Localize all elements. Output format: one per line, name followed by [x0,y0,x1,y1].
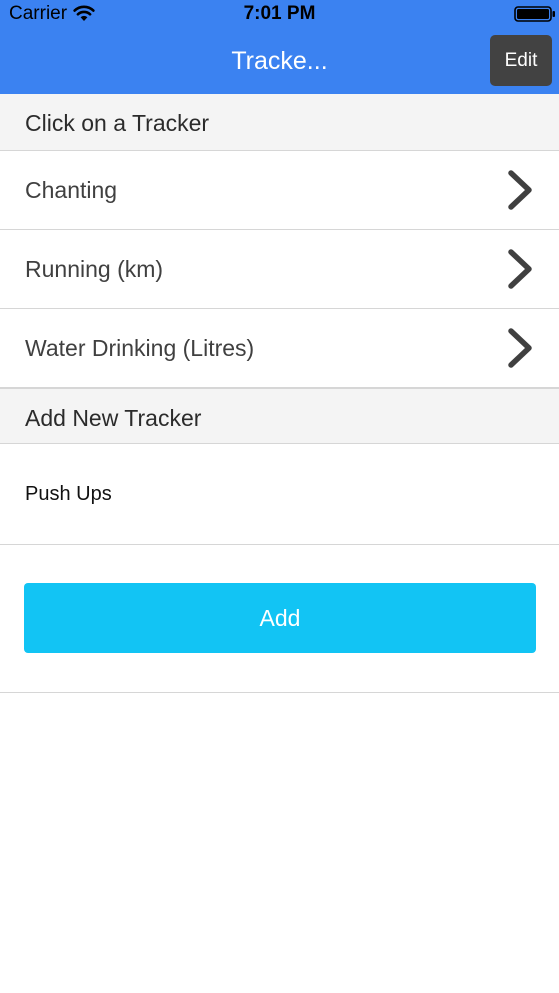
chevron-right-icon [508,328,532,368]
status-bar: Carrier 7:01 PM [0,0,559,28]
tracker-row[interactable]: Water Drinking (Litres) [0,309,559,388]
tracker-label: Running (km) [25,256,164,282]
tracker-row[interactable]: Chanting [0,151,559,230]
add-button[interactable]: Add [24,583,536,653]
trackers-section-header: Click on a Tracker [0,94,559,151]
status-time: 7:01 PM [243,3,316,24]
new-tracker-row [0,444,559,545]
edit-button[interactable]: Edit [490,35,552,86]
new-tracker-input[interactable] [25,474,525,514]
tracker-row[interactable]: Running (km) [0,230,559,309]
nav-title: Tracke... [231,47,328,75]
add-button-container: Add [0,545,559,693]
chevron-right-icon [508,170,532,210]
header: Carrier 7:01 PM Tracke... Edit [0,0,559,94]
tracker-label: Water Drinking (Litres) [25,335,255,361]
chevron-right-icon [508,249,532,289]
tracker-label: Chanting [25,177,118,203]
battery-icon [514,6,555,22]
add-tracker-section-header: Add New Tracker [0,387,559,444]
